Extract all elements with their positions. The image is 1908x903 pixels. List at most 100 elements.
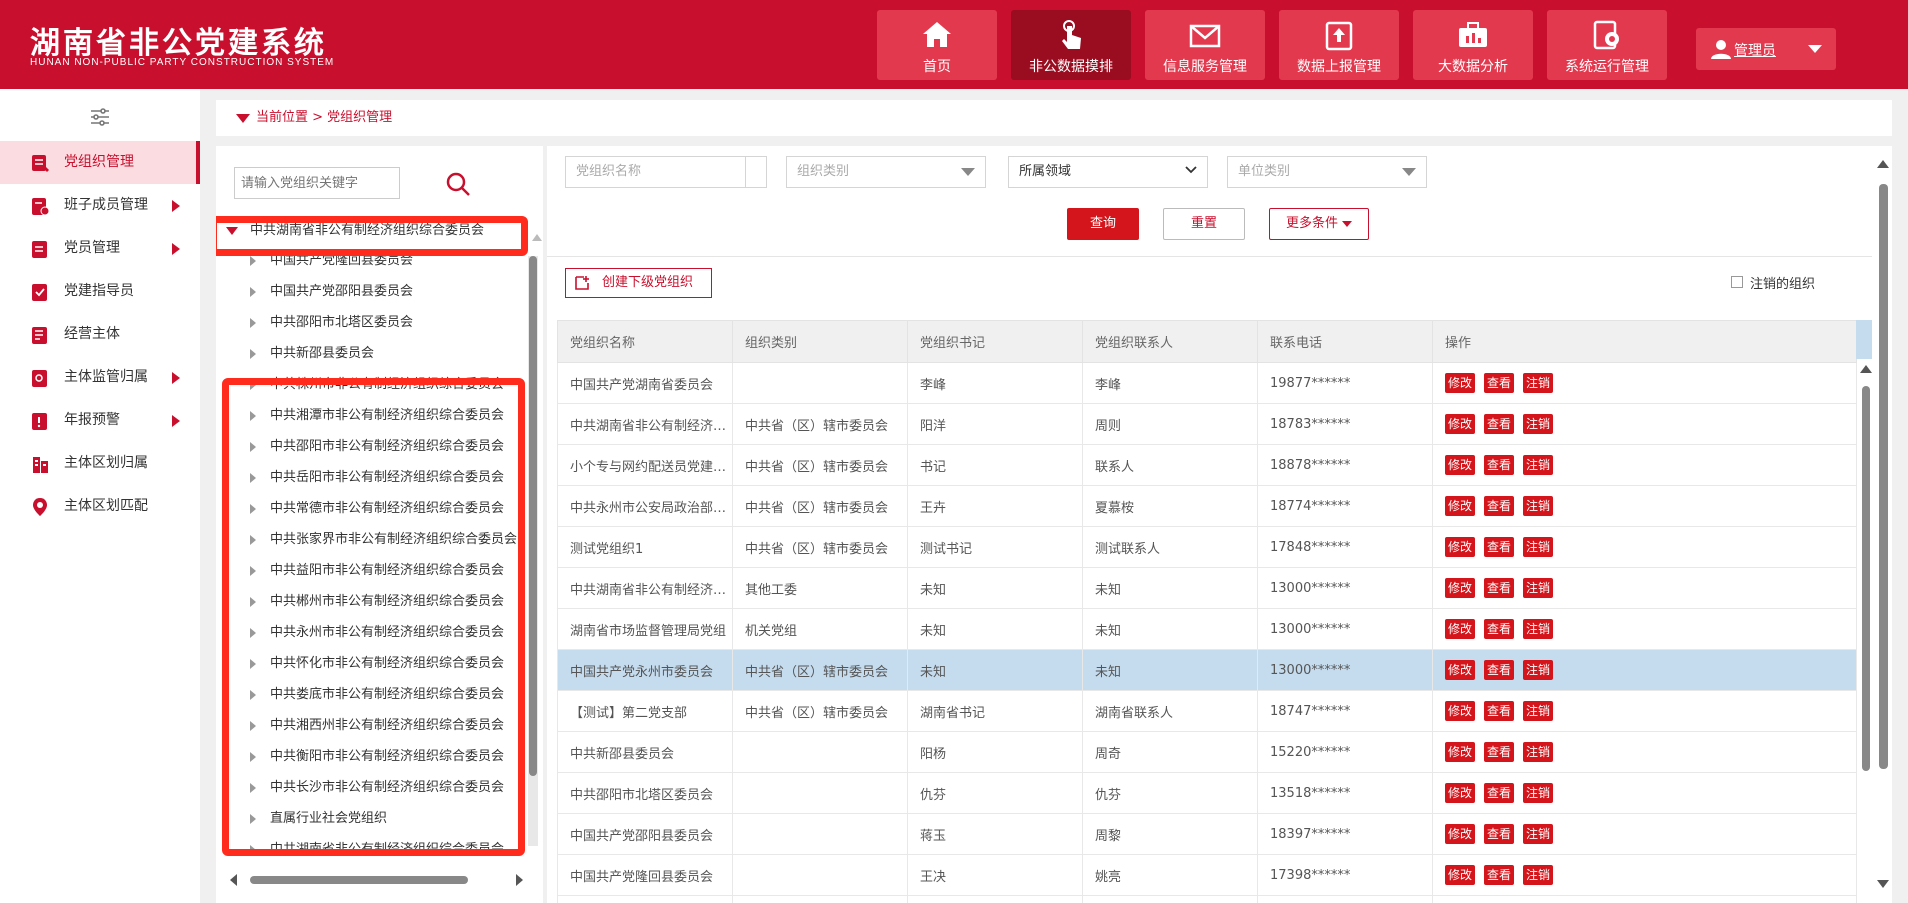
nav-data-survey[interactable]: 非公数据摸排 — [1011, 10, 1131, 80]
field-select[interactable]: 所属领域 — [1008, 156, 1208, 188]
chevron-down-icon[interactable] — [1185, 164, 1197, 176]
create-sub-org-button[interactable]: 创建下级党组织 — [565, 268, 712, 298]
cancel-button[interactable]: 注销 — [1523, 619, 1553, 639]
expand-icon[interactable] — [250, 256, 256, 266]
view-button[interactable]: 查看 — [1484, 578, 1514, 598]
reset-button[interactable]: 重置 — [1163, 208, 1245, 240]
scroll-up-icon[interactable] — [1877, 160, 1889, 168]
table-row[interactable]: 测试党组织1 中共省（区）辖市委员会 测试书记 测试联系人 17848****** 修改查… — [557, 526, 1857, 568]
edit-button[interactable]: 修改 — [1445, 496, 1475, 516]
cancel-button[interactable]: 注销 — [1523, 414, 1553, 434]
table-row[interactable]: 中共株州市非公有制经济组...党委待补充待补充15111******修改查看注销 — [557, 895, 1857, 903]
view-button[interactable]: 查看 — [1484, 701, 1514, 721]
view-button[interactable]: 查看 — [1484, 783, 1514, 803]
nav-home[interactable]: 首页 — [877, 10, 997, 80]
expand-icon[interactable] — [250, 318, 256, 328]
chevron-right-icon[interactable] — [172, 243, 180, 255]
page-scrollbar[interactable] — [1876, 154, 1890, 899]
chevron-right-icon[interactable] — [172, 200, 180, 212]
cancel-button[interactable]: 注销 — [1523, 701, 1553, 721]
edit-button[interactable]: 修改 — [1445, 455, 1475, 475]
tree-scroll-up-icon[interactable] — [532, 234, 542, 241]
view-button[interactable]: 查看 — [1484, 660, 1514, 680]
edit-button[interactable]: 修改 — [1445, 578, 1475, 598]
sidebar-item[interactable]: 主体区划匹配 — [0, 485, 200, 528]
view-button[interactable]: 查看 — [1484, 742, 1514, 762]
cancel-button[interactable]: 注销 — [1523, 660, 1553, 680]
query-button[interactable]: 查询 — [1067, 208, 1139, 240]
view-button[interactable]: 查看 — [1484, 824, 1514, 844]
view-button[interactable]: 查看 — [1484, 865, 1514, 885]
edit-button[interactable]: 修改 — [1445, 865, 1475, 885]
scroll-right-icon[interactable] — [516, 874, 523, 886]
cancel-button[interactable]: 注销 — [1523, 537, 1553, 557]
sidebar-item[interactable]: 主体区划归属 — [0, 442, 200, 485]
nav-info-service[interactable]: 信息服务管理 — [1145, 10, 1265, 80]
scroll-thumb[interactable] — [1862, 386, 1870, 771]
table-row[interactable]: 中共湖南省非公有制经济组... 其他工委 未知 未知 13000****** 修改 查看 注销 — [557, 567, 1857, 609]
tree-node[interactable]: 中共新邵县委员会 — [250, 339, 540, 369]
org-type-select[interactable]: 组织类别 — [786, 156, 986, 188]
cancel-button[interactable]: 注销 — [1523, 455, 1553, 475]
cancel-button[interactable]: 注销 — [1523, 373, 1553, 393]
table-row[interactable]: 中共新邵县委员会 阳杨 周奇 15220****** 修改 查看 注销 — [557, 731, 1857, 773]
search-icon[interactable] — [444, 170, 472, 198]
expand-icon[interactable] — [250, 287, 256, 297]
view-button[interactable]: 查看 — [1484, 373, 1514, 393]
cancel-button[interactable]: 注销 — [1523, 824, 1553, 844]
edit-button[interactable]: 修改 — [1445, 660, 1475, 680]
table-row[interactable]: 湖南省市场监督管理局党组 机关党组 未知 未知 13000****** 修改 查看 注销 — [557, 608, 1857, 650]
scroll-thumb[interactable] — [250, 876, 468, 884]
cancelled-org-checkbox[interactable] — [1731, 276, 1743, 288]
user-menu[interactable]: 管理员 — [1696, 28, 1836, 70]
table-row[interactable]: 中国共产党湖南省委员会 李峰 李峰 19877****** 修改 查看 注销 — [557, 362, 1857, 404]
nav-data-report[interactable]: 数据上报管理 — [1279, 10, 1399, 80]
tree-scrollbar[interactable] — [528, 256, 538, 846]
more-filters-button[interactable]: 更多条件 — [1269, 208, 1369, 240]
cancel-button[interactable]: 注销 — [1523, 578, 1553, 598]
table-row[interactable]: 【测试】第二党支部 中共省（区）辖市委员会 湖南省书记 湖南省联系人 18747****… — [557, 690, 1857, 732]
tree-horizontal-scrollbar[interactable] — [230, 874, 523, 886]
edit-button[interactable]: 修改 — [1445, 373, 1475, 393]
scroll-left-icon[interactable] — [230, 874, 237, 886]
scroll-down-icon[interactable] — [1877, 880, 1889, 888]
view-button[interactable]: 查看 — [1484, 619, 1514, 639]
dropdown-icon[interactable] — [1402, 168, 1416, 176]
scroll-thumb[interactable] — [1879, 184, 1888, 769]
view-button[interactable]: 查看 — [1484, 455, 1514, 475]
view-button[interactable]: 查看 — [1484, 414, 1514, 434]
chevron-down-icon[interactable] — [1808, 45, 1822, 53]
sidebar-item[interactable]: 党组织管理 — [0, 141, 200, 184]
edit-button[interactable]: 修改 — [1445, 701, 1475, 721]
table-scrollbar[interactable] — [1860, 361, 1872, 903]
tree-node[interactable]: 中国共产党邵阳县委员会 — [250, 277, 540, 307]
edit-button[interactable]: 修改 — [1445, 742, 1475, 762]
table-row[interactable]: 中国共产党永州市委员会 中共省（区）辖市委员会 未知 未知 13000****** 修改查… — [557, 649, 1857, 691]
tree-search-input[interactable] — [234, 167, 400, 199]
org-name-input[interactable]: 党组织名称 — [565, 156, 765, 188]
edit-button[interactable]: 修改 — [1445, 783, 1475, 803]
edit-button[interactable]: 修改 — [1445, 619, 1475, 639]
edit-button[interactable]: 修改 — [1445, 414, 1475, 434]
sidebar-item[interactable]: 主体监管归属 — [0, 356, 200, 399]
scroll-up-icon[interactable] — [1860, 365, 1872, 373]
tree-node[interactable]: 中共邵阳市北塔区委员会 — [250, 308, 540, 338]
sidebar-item[interactable]: 党建指导员 — [0, 270, 200, 313]
table-row[interactable]: 中共永州市公安局政治部支... 中共省（区）辖市委员会 王卉 夏慕桉 18774****… — [557, 485, 1857, 527]
unit-type-select[interactable]: 单位类别 — [1227, 156, 1427, 188]
view-button[interactable]: 查看 — [1484, 537, 1514, 557]
sidebar-item[interactable]: 党员管理 — [0, 227, 200, 270]
sidebar-item[interactable]: 班子成员管理 — [0, 184, 200, 227]
sidebar-item[interactable]: 年报预警 — [0, 399, 200, 442]
cancel-button[interactable]: 注销 — [1523, 865, 1553, 885]
edit-button[interactable]: 修改 — [1445, 537, 1475, 557]
nav-big-data[interactable]: 大数据分析 — [1413, 10, 1533, 80]
table-row[interactable]: 中共邵阳市北塔区委员会 仇芬 仇芬 13518****** 修改 查看 注销 — [557, 772, 1857, 814]
chevron-right-icon[interactable] — [172, 415, 180, 427]
table-row[interactable]: 中共湖南省非公有制经济组... 中共省（区）辖市委员会 阳洋 周则 18783*****… — [557, 403, 1857, 445]
user-name[interactable]: 管理员 — [1734, 40, 1776, 60]
view-button[interactable]: 查看 — [1484, 496, 1514, 516]
dropdown-icon[interactable] — [961, 168, 975, 176]
chevron-right-icon[interactable] — [172, 372, 180, 384]
table-row[interactable]: 中国共产党邵阳县委员会 蒋玉 周黎 18397****** 修改 查看 注销 — [557, 813, 1857, 855]
